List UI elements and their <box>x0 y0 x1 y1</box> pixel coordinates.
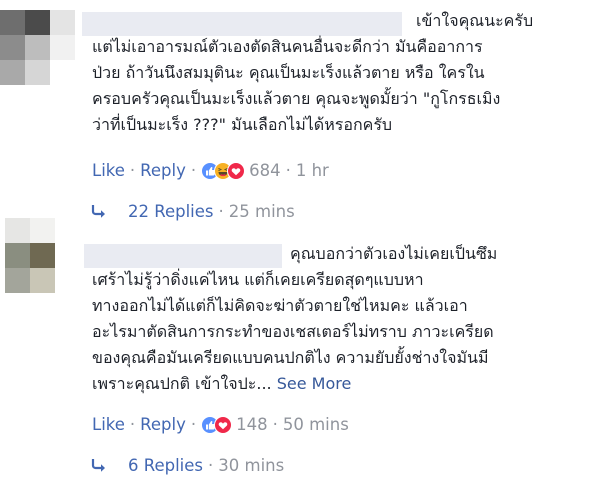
comment-line: ของคุณคือมันเครียดแบบคนปกติไง ความยับยั้… <box>92 348 489 367</box>
avatar-pixel <box>5 218 30 243</box>
avatar-pixel <box>50 60 75 85</box>
comment-line: เข้าใจคุณนะครับ <box>416 11 534 30</box>
avatar-pixel <box>50 10 75 35</box>
separator-dot: · <box>190 415 197 434</box>
comment-line: เศร้าไม่รู้ว่าดิ่งแค่ไหน แต่ก็เคยเครียดส… <box>92 270 424 289</box>
separator-dot: · <box>190 161 197 180</box>
separator-dot: · <box>218 202 224 221</box>
comment-line: เพราะคุณปกติ เข้าใจปะ... See More <box>92 371 497 397</box>
replies-link[interactable]: 6 Replies <box>128 454 203 478</box>
avatar-pixel <box>0 35 25 60</box>
comment-line: ครอบครัวคุณเป็นมะเร็งแล้วตาย คุณจะพูดมั้… <box>92 89 501 108</box>
separator-dot: · <box>285 161 291 180</box>
comment-actions: Like · Reply · 148 · 50 mins <box>92 413 349 437</box>
comment-line: คุณบอกว่าตัวเองไม่เคยเป็นซึม <box>290 244 498 263</box>
avatar-pixel <box>50 35 75 60</box>
like-button[interactable]: Like <box>92 413 125 437</box>
commenter-avatar[interactable] <box>5 218 80 293</box>
avatar-pixel <box>5 268 30 293</box>
reactions[interactable] <box>201 162 246 180</box>
avatar-pixel <box>5 243 30 268</box>
see-more-link[interactable]: See More <box>277 374 352 393</box>
separator-dot: · <box>129 415 136 434</box>
comment-text: เข้าใจคุณนะครับ แต่ไม่เอาอารมณ์ตัวเองตัด… <box>92 8 533 138</box>
replies-link[interactable]: 22 Replies <box>128 200 214 224</box>
love-reaction-icon <box>214 416 233 434</box>
avatar-pixel <box>30 268 55 293</box>
reply-arrow-icon <box>91 205 105 218</box>
comment-line: ป่วย ถ้าวันนึงสมมุตินะ คุณเป็นมะเร็งแล้ว… <box>92 63 485 82</box>
commenter-avatar[interactable] <box>0 10 75 85</box>
reply-arrow-icon <box>91 459 105 472</box>
view-replies[interactable]: 22 Replies · 25 mins <box>90 200 295 224</box>
avatar-pixel <box>30 243 55 268</box>
avatar-pixel <box>25 60 50 85</box>
avatar-pixel <box>30 218 55 243</box>
avatar-pixel <box>55 243 80 268</box>
separator-dot: · <box>272 415 278 434</box>
comment-actions: Like · Reply · 684 · 1 hr <box>92 159 329 183</box>
replies-timestamp: 25 mins <box>228 202 295 221</box>
love-reaction-icon <box>227 162 246 180</box>
comment-text: คุณบอกว่าตัวเองไม่เคยเป็นซึม เศร้าไม่รู้… <box>92 241 497 397</box>
reply-button[interactable]: Reply <box>140 413 186 437</box>
reply-button[interactable]: Reply <box>140 159 186 183</box>
separator-dot: · <box>129 161 136 180</box>
reactions[interactable] <box>201 416 233 434</box>
replies-timestamp: 30 mins <box>218 456 285 475</box>
avatar-pixel <box>0 10 25 35</box>
comment-line: อะไรมาตัดสินการกระทำของเชสเตอร์ไม่ทราบ ภ… <box>92 322 494 341</box>
view-replies[interactable]: 6 Replies · 30 mins <box>90 454 284 478</box>
comment-timestamp[interactable]: 50 mins <box>283 413 349 437</box>
comment-line: ทางออกไม่ได้แต่ก็ไม่คิดจะฆ่าตัวตายใช่ไหม… <box>92 296 468 315</box>
avatar-pixel <box>0 60 25 85</box>
separator-dot: · <box>208 456 214 475</box>
reaction-count[interactable]: 148 <box>236 413 268 437</box>
comment-line-text: เพราะคุณปกติ เข้าใจปะ... <box>92 374 272 393</box>
comment-line: แต่ไม่เอาอารมณ์ตัวเองตัดสินคนอื่นจะดีกว่… <box>92 37 483 56</box>
comment-line: ว่าที่เป็นมะเร็ง ???" มันเลือกไม่ได้หรอก… <box>92 115 393 134</box>
like-button[interactable]: Like <box>92 159 125 183</box>
avatar-pixel <box>25 35 50 60</box>
avatar-pixel <box>25 10 50 35</box>
avatar-pixel <box>55 268 80 293</box>
comment-timestamp[interactable]: 1 hr <box>296 159 329 183</box>
reaction-count[interactable]: 684 <box>249 159 281 183</box>
avatar-pixel <box>55 218 80 243</box>
